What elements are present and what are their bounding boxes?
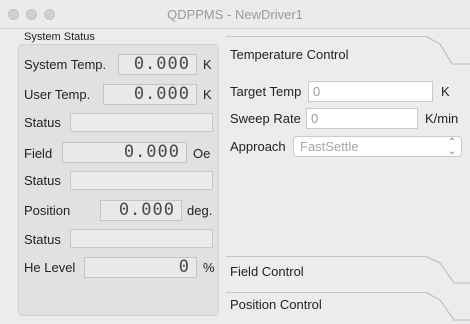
system-temp-display: 0.000 bbox=[118, 54, 197, 75]
field-status-field bbox=[70, 171, 213, 190]
he-level-unit: % bbox=[203, 260, 215, 275]
position-control-title: Position Control bbox=[230, 297, 322, 312]
position-status-label: Status bbox=[24, 232, 61, 247]
position-control-header[interactable]: Position Control bbox=[226, 288, 470, 324]
he-level-display: 0 bbox=[84, 257, 197, 278]
user-temp-unit: K bbox=[203, 87, 212, 102]
position-display: 0.000 bbox=[100, 200, 182, 221]
field-status-label: Status bbox=[24, 173, 61, 188]
temperature-control-header[interactable]: Temperature Control bbox=[226, 36, 470, 72]
system-status-title: System Status bbox=[24, 31, 95, 43]
sweep-rate-input[interactable]: 0 bbox=[306, 108, 418, 129]
approach-label: Approach bbox=[230, 139, 286, 154]
window-title: QDPPMS - NewDriver1 bbox=[167, 7, 303, 22]
disclosure-tab-icon bbox=[425, 36, 470, 65]
position-unit: deg. bbox=[187, 203, 213, 218]
position-label: Position bbox=[24, 203, 71, 218]
field-display: 0.000 bbox=[62, 142, 187, 163]
position-status-field bbox=[70, 229, 213, 248]
field-unit: Oe bbox=[193, 146, 211, 161]
he-level-label: He Level bbox=[24, 260, 76, 275]
field-label: Field bbox=[24, 146, 53, 161]
title-bar: QDPPMS - NewDriver1 bbox=[0, 0, 470, 29]
target-temp-label: Target Temp bbox=[230, 84, 302, 99]
temp-status-label: Status bbox=[24, 115, 61, 130]
target-temp-input[interactable]: 0 bbox=[308, 81, 433, 102]
user-temp-label: User Temp. bbox=[24, 87, 91, 102]
system-temp-label: System Temp. bbox=[24, 57, 107, 72]
sweep-rate-label: Sweep Rate bbox=[230, 111, 301, 126]
field-control-title: Field Control bbox=[230, 264, 304, 279]
target-temp-unit: K bbox=[441, 84, 450, 99]
chevron-up-down-icon: ⌃ ⌄ bbox=[447, 137, 457, 157]
approach-selected-value: FastSettle bbox=[300, 139, 359, 154]
user-temp-display: 0.000 bbox=[103, 84, 197, 105]
field-control-header[interactable]: Field Control bbox=[226, 256, 470, 288]
sweep-rate-unit: K/min bbox=[425, 111, 459, 126]
temp-status-field bbox=[70, 113, 213, 132]
approach-select[interactable]: FastSettle ⌃ ⌄ bbox=[293, 136, 462, 157]
system-status-group: System Temp. 0.000 K User Temp. 0.000 K … bbox=[18, 44, 219, 316]
system-temp-unit: K bbox=[203, 57, 212, 72]
